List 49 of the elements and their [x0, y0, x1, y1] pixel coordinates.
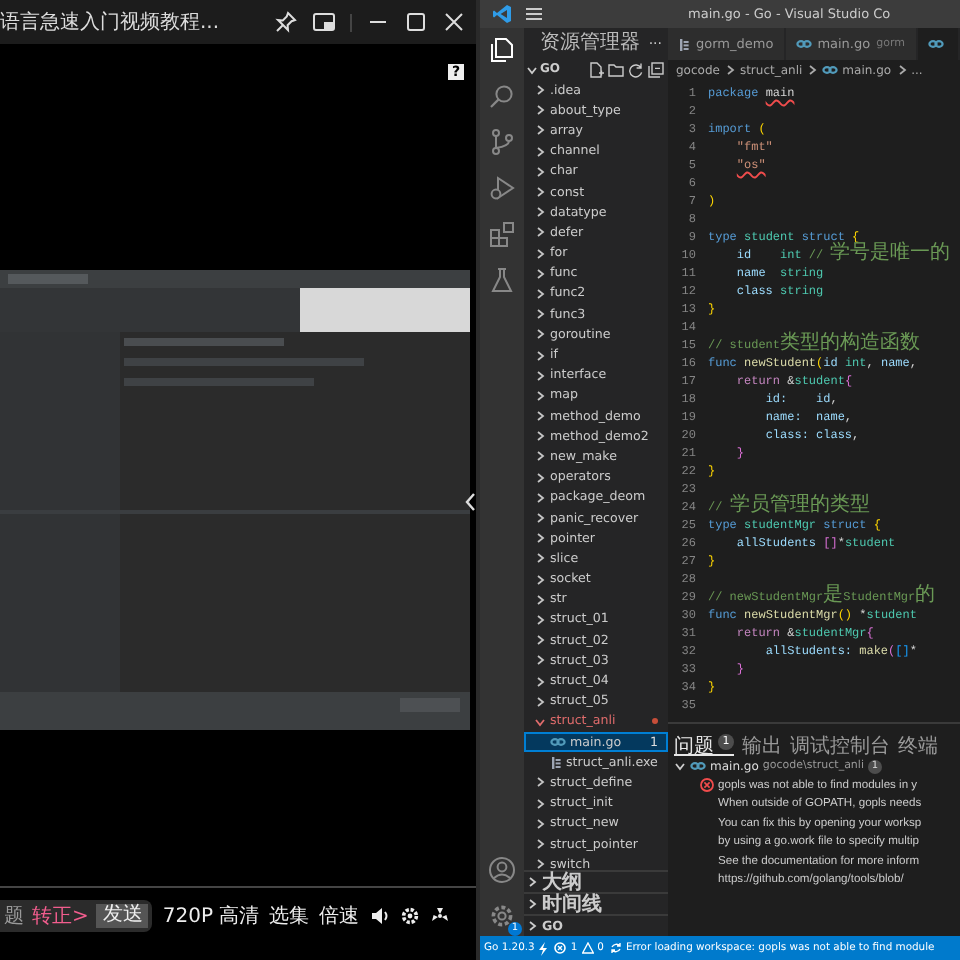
danmaku-field[interactable]: 题 转正> 发送 — [0, 900, 153, 932]
run-debug-icon[interactable] — [488, 174, 516, 202]
chevron-icon — [723, 64, 736, 76]
sync-icon — [609, 942, 622, 954]
panel-tab[interactable]: 终端 — [898, 728, 938, 756]
error-icon — [554, 942, 567, 954]
speed-button[interactable]: 倍速 — [319, 902, 360, 930]
account-icon[interactable] — [488, 856, 516, 884]
picture-in-picture-icon[interactable] — [312, 10, 336, 34]
source-control-icon[interactable] — [488, 128, 516, 156]
explorer-title: 资源管理器 — [540, 34, 640, 52]
file-icon — [678, 37, 690, 51]
file-icon — [550, 736, 566, 749]
maximize-icon[interactable] — [404, 10, 428, 34]
menu-icon[interactable] — [524, 6, 544, 22]
chevron-icon — [895, 64, 908, 76]
collapse-all-icon[interactable] — [648, 61, 664, 77]
section-header[interactable]: 大纲 — [524, 870, 668, 892]
volume-icon[interactable] — [369, 906, 390, 926]
extensions-icon[interactable] — [488, 220, 516, 248]
new-file-icon[interactable] — [588, 61, 604, 77]
hint-text: 题 — [4, 904, 24, 930]
panel-tab[interactable]: 调试控制台 — [790, 728, 890, 756]
file-icon — [550, 755, 562, 770]
file-icon — [690, 760, 706, 772]
vscode-logo-icon[interactable] — [492, 4, 512, 24]
files-icon[interactable] — [488, 36, 516, 64]
chevron-left-icon[interactable] — [464, 492, 476, 512]
refresh-icon[interactable] — [628, 61, 644, 77]
fan-icon[interactable] — [429, 906, 450, 926]
close-icon[interactable] — [442, 10, 466, 34]
error-icon — [700, 778, 714, 793]
pin-icon[interactable] — [274, 10, 298, 34]
editor-tab[interactable] — [917, 28, 960, 60]
etiquette-link[interactable]: 转正> — [32, 902, 89, 930]
send-button[interactable]: 发送 — [96, 904, 149, 928]
panel-tab[interactable]: 输出 — [742, 728, 782, 756]
episodes-button[interactable]: 选集 — [269, 902, 310, 930]
chevron-icon — [806, 64, 819, 76]
quality-button[interactable]: 720P 高清 — [162, 902, 260, 930]
flask-icon[interactable] — [488, 266, 516, 294]
new-folder-icon[interactable] — [608, 61, 624, 77]
file-icon — [927, 38, 943, 50]
chevron-icon — [526, 63, 538, 75]
video-title: 语言急速入门视频教程... — [0, 9, 220, 36]
lightning-icon — [538, 941, 549, 955]
warning-icon — [581, 942, 594, 954]
search-icon[interactable] — [488, 82, 516, 110]
section-header[interactable]: 时间线 — [524, 892, 668, 914]
